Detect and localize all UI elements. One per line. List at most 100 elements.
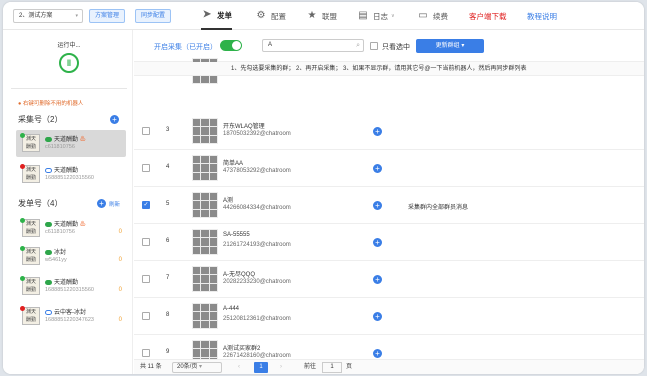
avatar-tile	[209, 75, 217, 83]
group-name: 简单AA	[223, 161, 244, 167]
avatar-tile	[209, 209, 217, 217]
tab-send[interactable]: ➤ 发单	[201, 2, 232, 30]
page-unit: 页	[346, 364, 353, 370]
group-checkbox[interactable]	[142, 164, 150, 172]
add-note-button[interactable]: +	[373, 312, 382, 321]
collect-account[interactable]: 渊天 酬勤 天道酬勤 ♨ c611810756	[16, 130, 126, 157]
avatar-tile	[193, 341, 201, 349]
avatar-tile	[201, 304, 209, 312]
group-checkbox[interactable]	[142, 312, 150, 320]
send-account[interactable]: 渊天 酬勤 冰封 w5461yy 0	[16, 243, 126, 270]
only-selected-checkbox[interactable]	[370, 42, 378, 50]
avatar-tile	[209, 156, 217, 164]
group-checkbox[interactable]: ✓	[142, 201, 150, 209]
avatar-tile	[209, 341, 217, 349]
avatar-tile	[193, 75, 201, 83]
group-checkbox[interactable]	[142, 127, 150, 135]
wechat-icon	[45, 136, 52, 142]
group-id: 20282233230@chatroom	[223, 279, 291, 285]
group-row[interactable]: 4 简单AA 47378053292@chatroom +	[134, 150, 644, 187]
add-send-button[interactable]: +	[97, 199, 106, 208]
group-row[interactable]: 3 开东WLAQ管理 18705032392@chatroom +	[134, 113, 644, 150]
group-row[interactable]: 7 A-无尽QQQ 20282233230@chatroom +	[134, 261, 644, 298]
tutorial-link[interactable]: 教程说明	[527, 11, 557, 22]
fire-icon: ♨	[79, 137, 86, 143]
avatar-tile	[193, 312, 201, 320]
sync-config-button[interactable]: 同步配置	[135, 9, 172, 23]
next-page-icon[interactable]: ›	[280, 360, 282, 374]
collect-toggle[interactable]	[220, 40, 242, 51]
avatar-tile	[193, 349, 201, 357]
add-note-button[interactable]: +	[373, 238, 382, 247]
group-row[interactable]: 8 A-444 25120812361@chatroom +	[134, 298, 644, 335]
pause-icon[interactable]: ‖	[59, 53, 79, 73]
search-input[interactable]: A ⌕	[262, 39, 364, 52]
add-note-button[interactable]: +	[373, 201, 382, 210]
group-row[interactable]: 6 SA-55555 21261724193@chatroom +	[134, 224, 644, 261]
add-note-button[interactable]: +	[373, 275, 382, 284]
tab-config[interactable]: ⚙ 配置	[255, 2, 286, 30]
group-id: 44266084334@chatroom	[223, 205, 291, 211]
send-account[interactable]: 渊天 酬勤 天道酬勤 1688851220315560 0	[16, 273, 126, 300]
add-note-button[interactable]: +	[373, 349, 382, 358]
plan-select[interactable]: 2、测试方案 ▾	[13, 9, 83, 23]
avatar-tile	[193, 172, 201, 180]
send-account[interactable]: 渊天 酬勤 云中客-冰封 1688851220347623 0	[16, 303, 126, 330]
only-selected-label: 只看选中	[382, 44, 410, 51]
avatar-tile	[201, 119, 209, 127]
tab-renew[interactable]: ▭ 续费	[417, 2, 448, 30]
avatar-tile	[193, 156, 201, 164]
online-dot	[20, 218, 25, 223]
avatar-tile	[201, 349, 209, 357]
avatar-tile	[201, 209, 209, 217]
top-bar: 2、测试方案 ▾ 方案管理 同步配置 ➤ 发单 ⚙ 配置 ★ 联盟 ▤ 日志 ∨ ▭ 续费 客…	[3, 2, 644, 30]
avatar-tile	[201, 275, 209, 283]
group-checkbox[interactable]	[142, 238, 150, 246]
pagination: 共 11 条 20条/页 ▾ ‹ 1 › 前往 1 页	[134, 359, 644, 374]
app-window: 2、测试方案 ▾ 方案管理 同步配置 ➤ 发单 ⚙ 配置 ★ 联盟 ▤ 日志 ∨ ▭ 续费 客…	[3, 2, 644, 374]
row-number: 9	[166, 349, 170, 355]
add-collect-button[interactable]: +	[110, 115, 119, 124]
prev-page-icon[interactable]: ‹	[238, 360, 240, 374]
avatar-tile	[201, 312, 209, 320]
group-checkbox[interactable]	[142, 349, 150, 357]
avatar-tile	[201, 164, 209, 172]
avatar-tile	[193, 164, 201, 172]
avatar-tile	[193, 135, 201, 143]
group-name: A-444	[223, 306, 240, 312]
main-panel: 开启采集（已开启） A ⌕ 只看选中 更新群组 ▾ 1、先勾选要采集的群； 2、再…	[134, 30, 644, 374]
avatar-tile	[209, 320, 217, 328]
avatar-tile	[193, 304, 201, 312]
send-account[interactable]: 渊天 酬勤 天道酬勤 ♨ c611810756 0	[16, 215, 126, 242]
offline-dot	[20, 164, 25, 169]
avatar-tile	[201, 283, 209, 291]
add-note-button[interactable]: +	[373, 164, 382, 173]
group-checkbox[interactable]	[142, 275, 150, 283]
group-avatar	[192, 229, 218, 255]
chevron-down-icon: ▾	[199, 364, 203, 370]
group-avatar	[192, 266, 218, 292]
avatar-tile	[193, 320, 201, 328]
page-number[interactable]: 1	[254, 362, 268, 373]
group-name: SA-55555	[223, 232, 250, 238]
refresh-link[interactable]: 刷新	[109, 200, 120, 208]
tab-alliance[interactable]: ★ 联盟	[306, 2, 337, 30]
group-id: 21261724193@chatroom	[223, 242, 291, 248]
avatar-tile	[201, 341, 209, 349]
group-name: A测试买家群2	[223, 346, 261, 352]
goto-input[interactable]: 1	[322, 362, 342, 373]
group-row[interactable]: ✓ 5 A测 44266084334@chatroom + 采集群内全部群员消息	[134, 187, 644, 224]
avatar-tile	[201, 135, 209, 143]
page-size-select[interactable]: 20条/页 ▾	[172, 362, 222, 373]
chevron-down-icon: ▾	[75, 13, 78, 19]
plan-manage-button[interactable]: 方案管理	[89, 9, 126, 23]
tab-log[interactable]: ▤ 日志 ∨	[357, 2, 394, 30]
avatar-tile	[209, 267, 217, 275]
add-note-button[interactable]: +	[373, 127, 382, 136]
update-groups-button[interactable]: 更新群组 ▾	[416, 39, 484, 53]
collect-account[interactable]: 渊天 酬勤 天道酬勤 1688851220315560	[16, 161, 126, 188]
wecom-icon	[45, 309, 52, 315]
wechat-icon	[45, 249, 52, 255]
group-name: A测	[223, 198, 234, 204]
download-link[interactable]: 客户端下载	[469, 11, 507, 22]
